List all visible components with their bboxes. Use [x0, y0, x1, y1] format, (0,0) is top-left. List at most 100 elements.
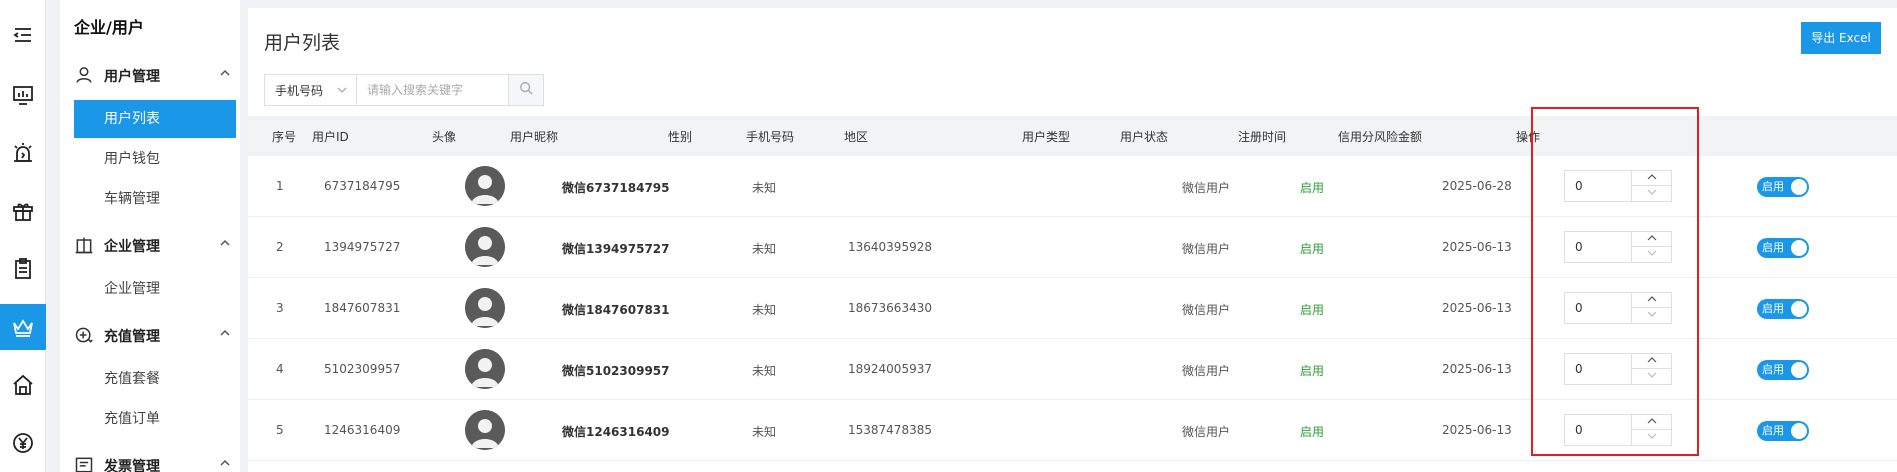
registered-date-cell: 2025-06-28 [1442, 179, 1512, 193]
row-index: 2 [276, 240, 284, 254]
chevron-up-icon [1646, 232, 1658, 247]
search-input[interactable] [357, 75, 509, 105]
nickname-cell: 微信5102309957 [562, 364, 670, 378]
row-index: 3 [276, 301, 284, 315]
user-type-cell: 微信用户 [1182, 181, 1231, 195]
phone-cell: 18673663430 [848, 301, 932, 315]
nickname-cell: 微信1246316409 [562, 425, 670, 439]
group-user-management[interactable]: 用户管理 [60, 62, 240, 88]
group-label: 企业管理 [104, 239, 160, 255]
submenu-item-user-list[interactable]: 用户列表 [74, 100, 236, 138]
user-id-cell: 6737184795 [324, 179, 401, 193]
registered-date-cell: 2025-06-13 [1442, 240, 1512, 254]
submenu-item-vehicle-management[interactable]: 车辆管理 [74, 180, 236, 218]
decrement-button[interactable] [1632, 247, 1671, 262]
search-button[interactable] [509, 75, 543, 105]
search-field-select[interactable]: 手机号码 [265, 75, 357, 105]
registered-date-cell: 2025-06-13 [1442, 301, 1512, 315]
status-toggle[interactable]: 启用 [1757, 360, 1809, 380]
status-toggle[interactable]: 启用 [1757, 177, 1809, 197]
nickname-cell: 微信1394975727 [562, 242, 670, 256]
decrement-button[interactable] [1632, 369, 1671, 384]
risk-amount-input[interactable]: 0 [1564, 170, 1672, 202]
user-type-cell: 微信用户 [1182, 303, 1231, 317]
increment-button[interactable] [1632, 232, 1671, 247]
user-type-cell: 微信用户 [1182, 364, 1231, 378]
submenu-item-enterprise-management[interactable]: 企业管理 [74, 270, 236, 308]
home-icon[interactable] [0, 362, 46, 408]
monitor-chart-icon[interactable] [0, 72, 46, 118]
user-id-cell: 1394975727 [324, 240, 401, 254]
crown-icon[interactable] [0, 304, 46, 350]
avatar [465, 166, 505, 206]
submenu-panel: 企业/用户 用户管理 用户列表 用户钱包 车辆管理 企业管理 企业管理 充值管理… [60, 0, 240, 472]
avatar [465, 227, 505, 267]
submenu-item-user-wallet[interactable]: 用户钱包 [74, 140, 236, 178]
chevron-down-icon [1646, 308, 1658, 323]
toggle-knob [1791, 423, 1807, 439]
status-toggle[interactable]: 启用 [1757, 299, 1809, 319]
column-header: 用户昵称 [510, 130, 559, 144]
decrement-button[interactable] [1632, 430, 1671, 445]
select-value: 手机号码 [275, 83, 324, 98]
column-header: 信用分风险金额 [1338, 130, 1423, 144]
submenu-item-recharge-package[interactable]: 充值套餐 [74, 360, 236, 398]
chevron-up-icon [1646, 415, 1658, 430]
yen-icon[interactable] [0, 420, 46, 466]
chevron-up-icon [1646, 171, 1658, 186]
risk-amount-value: 0 [1575, 240, 1583, 254]
increment-button[interactable] [1632, 293, 1671, 308]
group-enterprise-management[interactable]: 企业管理 [60, 232, 240, 258]
column-header: 用户类型 [1022, 130, 1071, 144]
status-toggle[interactable]: 启用 [1757, 421, 1809, 441]
chevron-up-icon [218, 456, 232, 470]
status-toggle[interactable]: 启用 [1757, 238, 1809, 258]
table-row: 1 6737184795 微信6737184795 未知 微信用户 启用 2025-06-2… [248, 156, 1897, 217]
clipboard-icon[interactable] [0, 246, 46, 292]
stepper [1631, 293, 1671, 323]
increment-button[interactable] [1632, 171, 1671, 186]
toggle-knob [1791, 240, 1807, 256]
group-recharge-management[interactable]: 充值管理 [60, 322, 240, 348]
risk-amount-input[interactable]: 0 [1564, 231, 1672, 263]
submenu-item-recharge-order[interactable]: 充值订单 [74, 400, 236, 438]
gender-cell: 未知 [752, 364, 777, 378]
user-type-cell: 微信用户 [1182, 425, 1231, 439]
avatar [465, 349, 505, 389]
gender-cell: 未知 [752, 303, 777, 317]
toggle-label: 启用 [1762, 302, 1784, 315]
status-cell: 启用 [1300, 242, 1325, 256]
decrement-button[interactable] [1632, 308, 1671, 323]
group-label: 发票管理 [104, 459, 160, 472]
column-header: 用户ID [312, 130, 349, 144]
stepper [1631, 171, 1671, 201]
registered-date-cell: 2025-06-13 [1442, 362, 1512, 376]
decrement-button[interactable] [1632, 186, 1671, 201]
export-excel-button[interactable]: 导出 Excel [1801, 22, 1881, 54]
column-header: 用户状态 [1120, 130, 1169, 144]
registered-date-cell: 2025-06-13 [1442, 423, 1512, 437]
chevron-down-icon [336, 84, 348, 96]
chevron-up-icon [218, 236, 232, 250]
status-cell: 启用 [1300, 181, 1325, 195]
nickname-cell: 微信6737184795 [562, 181, 670, 195]
increment-button[interactable] [1632, 415, 1671, 430]
building-icon [74, 235, 94, 255]
phone-cell: 13640395928 [848, 240, 932, 254]
risk-amount-input[interactable]: 0 [1564, 292, 1672, 324]
group-invoice-management[interactable]: 发票管理 [60, 452, 240, 472]
alarm-icon[interactable] [0, 130, 46, 176]
risk-amount-input[interactable]: 0 [1564, 414, 1672, 446]
table-row: 3 1847607831 微信1847607831 未知 18673663430 微信用户… [248, 278, 1897, 339]
avatar [465, 288, 505, 328]
group-label: 用户管理 [104, 69, 160, 85]
increment-button[interactable] [1632, 354, 1671, 369]
table-header: 序号 用户ID 头像 用户昵称 性别 手机号码 地区 用户类型 用户状态 注册时… [248, 116, 1897, 156]
chevron-down-icon [1646, 430, 1658, 445]
group-label: 充值管理 [104, 329, 160, 345]
risk-amount-input[interactable]: 0 [1564, 353, 1672, 385]
menu-collapse-icon[interactable] [0, 12, 46, 58]
chevron-up-icon [218, 326, 232, 340]
gift-icon[interactable] [0, 188, 46, 234]
gender-cell: 未知 [752, 242, 777, 256]
